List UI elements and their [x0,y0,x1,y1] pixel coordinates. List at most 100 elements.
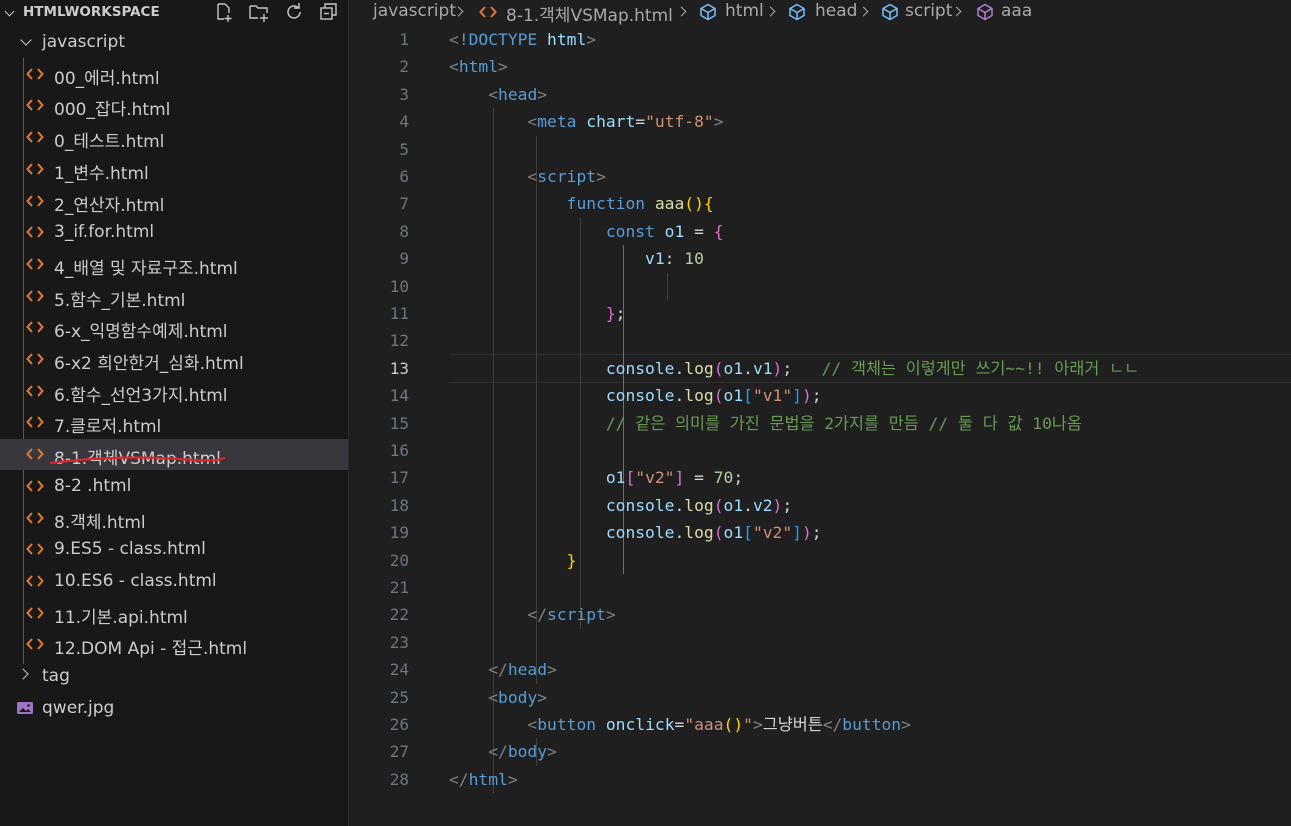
new-file-icon[interactable] [213,1,235,23]
code-line[interactable]: console.log(o1["v1"]); [449,382,822,409]
line-number: 22 [389,605,409,625]
tree-file[interactable]: 7.클로저.html [0,407,348,438]
code-line[interactable]: o1["v2"] = 70; [449,464,743,491]
breadcrumb: javascript 8-1.객체VSMap.html html head script… [349,0,1291,26]
collapse-all-icon[interactable] [318,1,340,23]
line-number: 24 [389,660,409,680]
tree-file[interactable]: 00_에러.html [0,59,348,90]
code-token: " [743,715,753,734]
tree-file[interactable]: 3_if.for.html [0,217,348,248]
code-token: ; [733,468,744,488]
tree-file[interactable]: 000_잡다.html [0,90,348,121]
code-token: > [605,605,616,625]
code-token: = [684,221,714,241]
code-line[interactable]: }; [449,300,626,327]
code-line[interactable]: </script> [449,601,616,628]
chevron-down-icon[interactable] [4,6,15,17]
line-number: 27 [389,742,409,762]
html-file-icon [26,353,44,365]
tree-file[interactable]: 1_변수.html [0,154,348,185]
tree-file[interactable]: 10.ES6 - class.html [0,566,348,597]
tree-file[interactable]: 8.객체.html [0,503,348,534]
code-token: </ [822,715,843,734]
chevron-right-icon[interactable] [17,668,29,680]
line-number: 8 [399,221,409,241]
code-token: html [547,30,587,49]
tree-file[interactable]: 12.DOM Api - 접근.html [0,629,348,660]
tree-file[interactable]: 4_배열 및 자료구조.html [0,249,348,280]
line-number: 10 [389,276,409,296]
code-token: body [498,687,538,707]
tree-file[interactable]: 8-2 .html [0,471,348,502]
code-line[interactable]: console.log(o1.v2); [449,492,792,519]
tree-file[interactable]: 6.함수_선언3가지.html [0,376,348,407]
tree-item-label: 1_변수.html [54,163,149,184]
breadcrumb-item[interactable]: 8-1.객체VSMap.html [506,1,673,26]
code-token: . [743,358,753,378]
html-file-icon [26,194,44,207]
code-line[interactable]: function aaa(){ [449,190,714,217]
breadcrumb-item[interactable]: aaa [1001,1,1032,21]
code-token: { [703,194,714,214]
tree-file[interactable]: 0_테스트.html [0,122,348,153]
code-token: < [488,687,499,707]
code-line[interactable]: </html> [449,766,518,793]
code-line[interactable]: console.log(o1.v1); // 객체는 이렇게만 쓰기~~!! 아… [449,355,1139,382]
code-token: > [901,715,911,734]
tree-folder[interactable]: javascript [0,27,348,58]
code-line[interactable]: <!DOCTYPE html> [449,26,596,53]
tree-file[interactable]: 2_연산자.html [0,186,348,217]
new-folder-icon[interactable] [248,1,270,23]
tree-file[interactable]: 5.함수_기본.html [0,281,348,312]
tree-file[interactable]: qwer.jpg [0,693,348,724]
code-token: [ [743,386,753,406]
code-line[interactable]: // 같은 의미를 가진 문법을 2가지를 만듬 // 둘 다 값 10나옴 [449,410,1082,437]
tree-file[interactable]: 6-x_익명함수예제.html [0,312,348,343]
breadcrumb-item[interactable]: script [905,1,952,21]
code-token: . [674,495,685,515]
breadcrumb-item[interactable]: html [725,1,764,21]
tree-file[interactable]: 9.ES5 - class.html [0,534,348,565]
line-number: 7 [399,194,409,214]
method-icon [977,3,993,21]
code-line[interactable]: } [449,547,577,574]
tree-file[interactable]: 6-x2 희안한거_심화.html [0,344,348,375]
breadcrumb-item[interactable]: head [815,1,857,21]
red-annotation-underline [49,456,226,465]
code-token: ; [782,358,822,378]
refresh-icon[interactable] [283,1,305,23]
tree-item-label: 5.함수_기본.html [54,290,186,311]
tree-file[interactable]: 11.기본.api.html [0,598,348,629]
line-number: 23 [389,632,409,652]
line-number: 21 [389,578,409,597]
code-token: [ [743,523,753,543]
code-token: "v1" [752,386,793,406]
code-token: </ [449,769,469,789]
line-number: 9 [399,249,409,269]
code-line[interactable]: console.log(o1["v2"]); [449,519,822,546]
code-token: ( [713,358,724,378]
code-token: ] [674,468,685,488]
code-token: () [684,194,704,214]
code-line[interactable]: v1: 10 [449,245,704,272]
code-line[interactable]: <meta chart="utf-8"> [449,108,723,135]
chevron-down-icon[interactable] [20,34,32,46]
code-line[interactable]: <button onclick="aaa()">그냥버튼</button> [449,711,911,738]
workspace-header[interactable]: HTMLWORKSPACE [0,0,348,24]
breadcrumb-item[interactable]: javascript [373,1,456,21]
code-line[interactable]: const o1 = { [449,218,724,245]
code-token: < [527,112,538,132]
code-editor[interactable]: javascript 8-1.객체VSMap.html html head script… [349,0,1291,826]
code-line[interactable]: <head> [449,81,547,108]
code-line[interactable]: <script> [449,163,605,190]
code-token: o1 [605,468,626,488]
tree-folder[interactable]: tag [0,661,348,692]
code-line[interactable]: <html> [449,53,508,80]
code-line[interactable]: <body> [449,684,547,711]
code-line[interactable]: </head> [449,656,557,683]
code-line[interactable]: </body> [449,738,557,765]
